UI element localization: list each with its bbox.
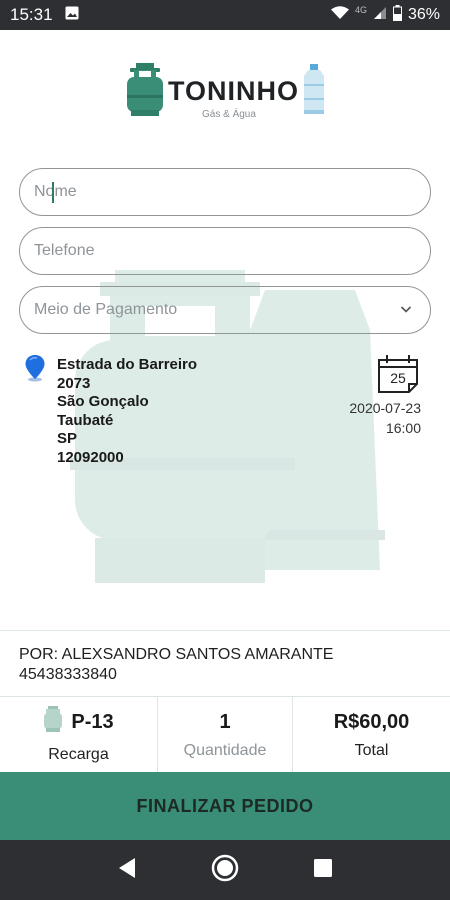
address-number: 2073 (57, 374, 91, 392)
quantity-cell[interactable]: 1 Quantidade (158, 697, 293, 773)
back-icon[interactable] (117, 857, 137, 884)
water-jug-icon (300, 64, 328, 121)
system-nav-bar (0, 840, 450, 900)
seller-document: 45438333840 (19, 666, 117, 683)
quantity-value: 1 (219, 710, 231, 733)
chevron-down-icon (400, 300, 412, 325)
total-value: R$60,00 (333, 710, 410, 733)
total-cell: R$60,00 Total (293, 697, 450, 773)
recents-icon[interactable] (313, 858, 333, 883)
name-input[interactable] (34, 183, 416, 201)
address-street: Estrada do Barreiro (57, 356, 198, 373)
payment-placeholder: Meio de Pagamento (34, 301, 178, 318)
address-zip: 12092000 (57, 448, 124, 466)
image-icon (65, 5, 79, 25)
address-lines: Estrada do Barreiro 2073 São Gonçalo Tau… (57, 356, 197, 468)
name-field[interactable] (19, 168, 431, 216)
quantity-label: Quantidade (183, 741, 267, 759)
battery-icon (392, 4, 402, 26)
status-bar: 15:31 4G 36% (0, 0, 450, 30)
delivery-time: 16:00 (385, 420, 421, 436)
battery-percent: 36% (407, 6, 440, 23)
total-label: Total (354, 741, 389, 759)
calendar-icon[interactable]: 25 (377, 354, 419, 394)
finalize-order-button[interactable]: FINALIZAR PEDIDO (0, 772, 450, 840)
home-icon[interactable] (210, 853, 240, 888)
brand-logo: TONINHO Gás & Água (0, 60, 450, 120)
calendar-day: 25 (390, 370, 406, 386)
seller-info: POR: ALEXSANDRO SANTOS AMARANTE 45438333… (0, 630, 450, 685)
product-cell[interactable]: P-13 Recarga (0, 697, 158, 773)
address-neighborhood: São Gonçalo (57, 393, 149, 411)
status-time: 15:31 (10, 5, 53, 24)
delivery-date: 2020-07-23 (349, 400, 421, 416)
brand-subtitle: Gás & Água (202, 109, 256, 120)
address-city: Taubaté (57, 411, 114, 429)
delivery-schedule[interactable]: 25 2020-07-23 16:00 (349, 354, 421, 438)
order-summary: P-13 Recarga 1 Quantidade R$60,00 Total (0, 696, 450, 773)
text-caret (52, 182, 54, 203)
brand-name: TONINHO (168, 76, 300, 106)
network-type: 4G (354, 5, 367, 15)
product-code: P-13 (71, 710, 114, 733)
status-icons: 4G 36% (330, 4, 440, 26)
wifi-icon (330, 5, 349, 25)
seller-name: POR: ALEXSANDRO SANTOS AMARANTE (19, 646, 334, 663)
product-label: Recarga (48, 746, 109, 763)
gas-cylinder-icon (43, 706, 63, 738)
signal-icon (373, 6, 387, 25)
address-state: SP (57, 430, 78, 448)
location-pin-icon (24, 354, 46, 387)
payment-select[interactable]: Meio de Pagamento (19, 286, 431, 334)
gas-cylinder-icon (125, 62, 165, 123)
phone-field[interactable] (19, 227, 431, 275)
phone-input[interactable] (34, 242, 416, 260)
